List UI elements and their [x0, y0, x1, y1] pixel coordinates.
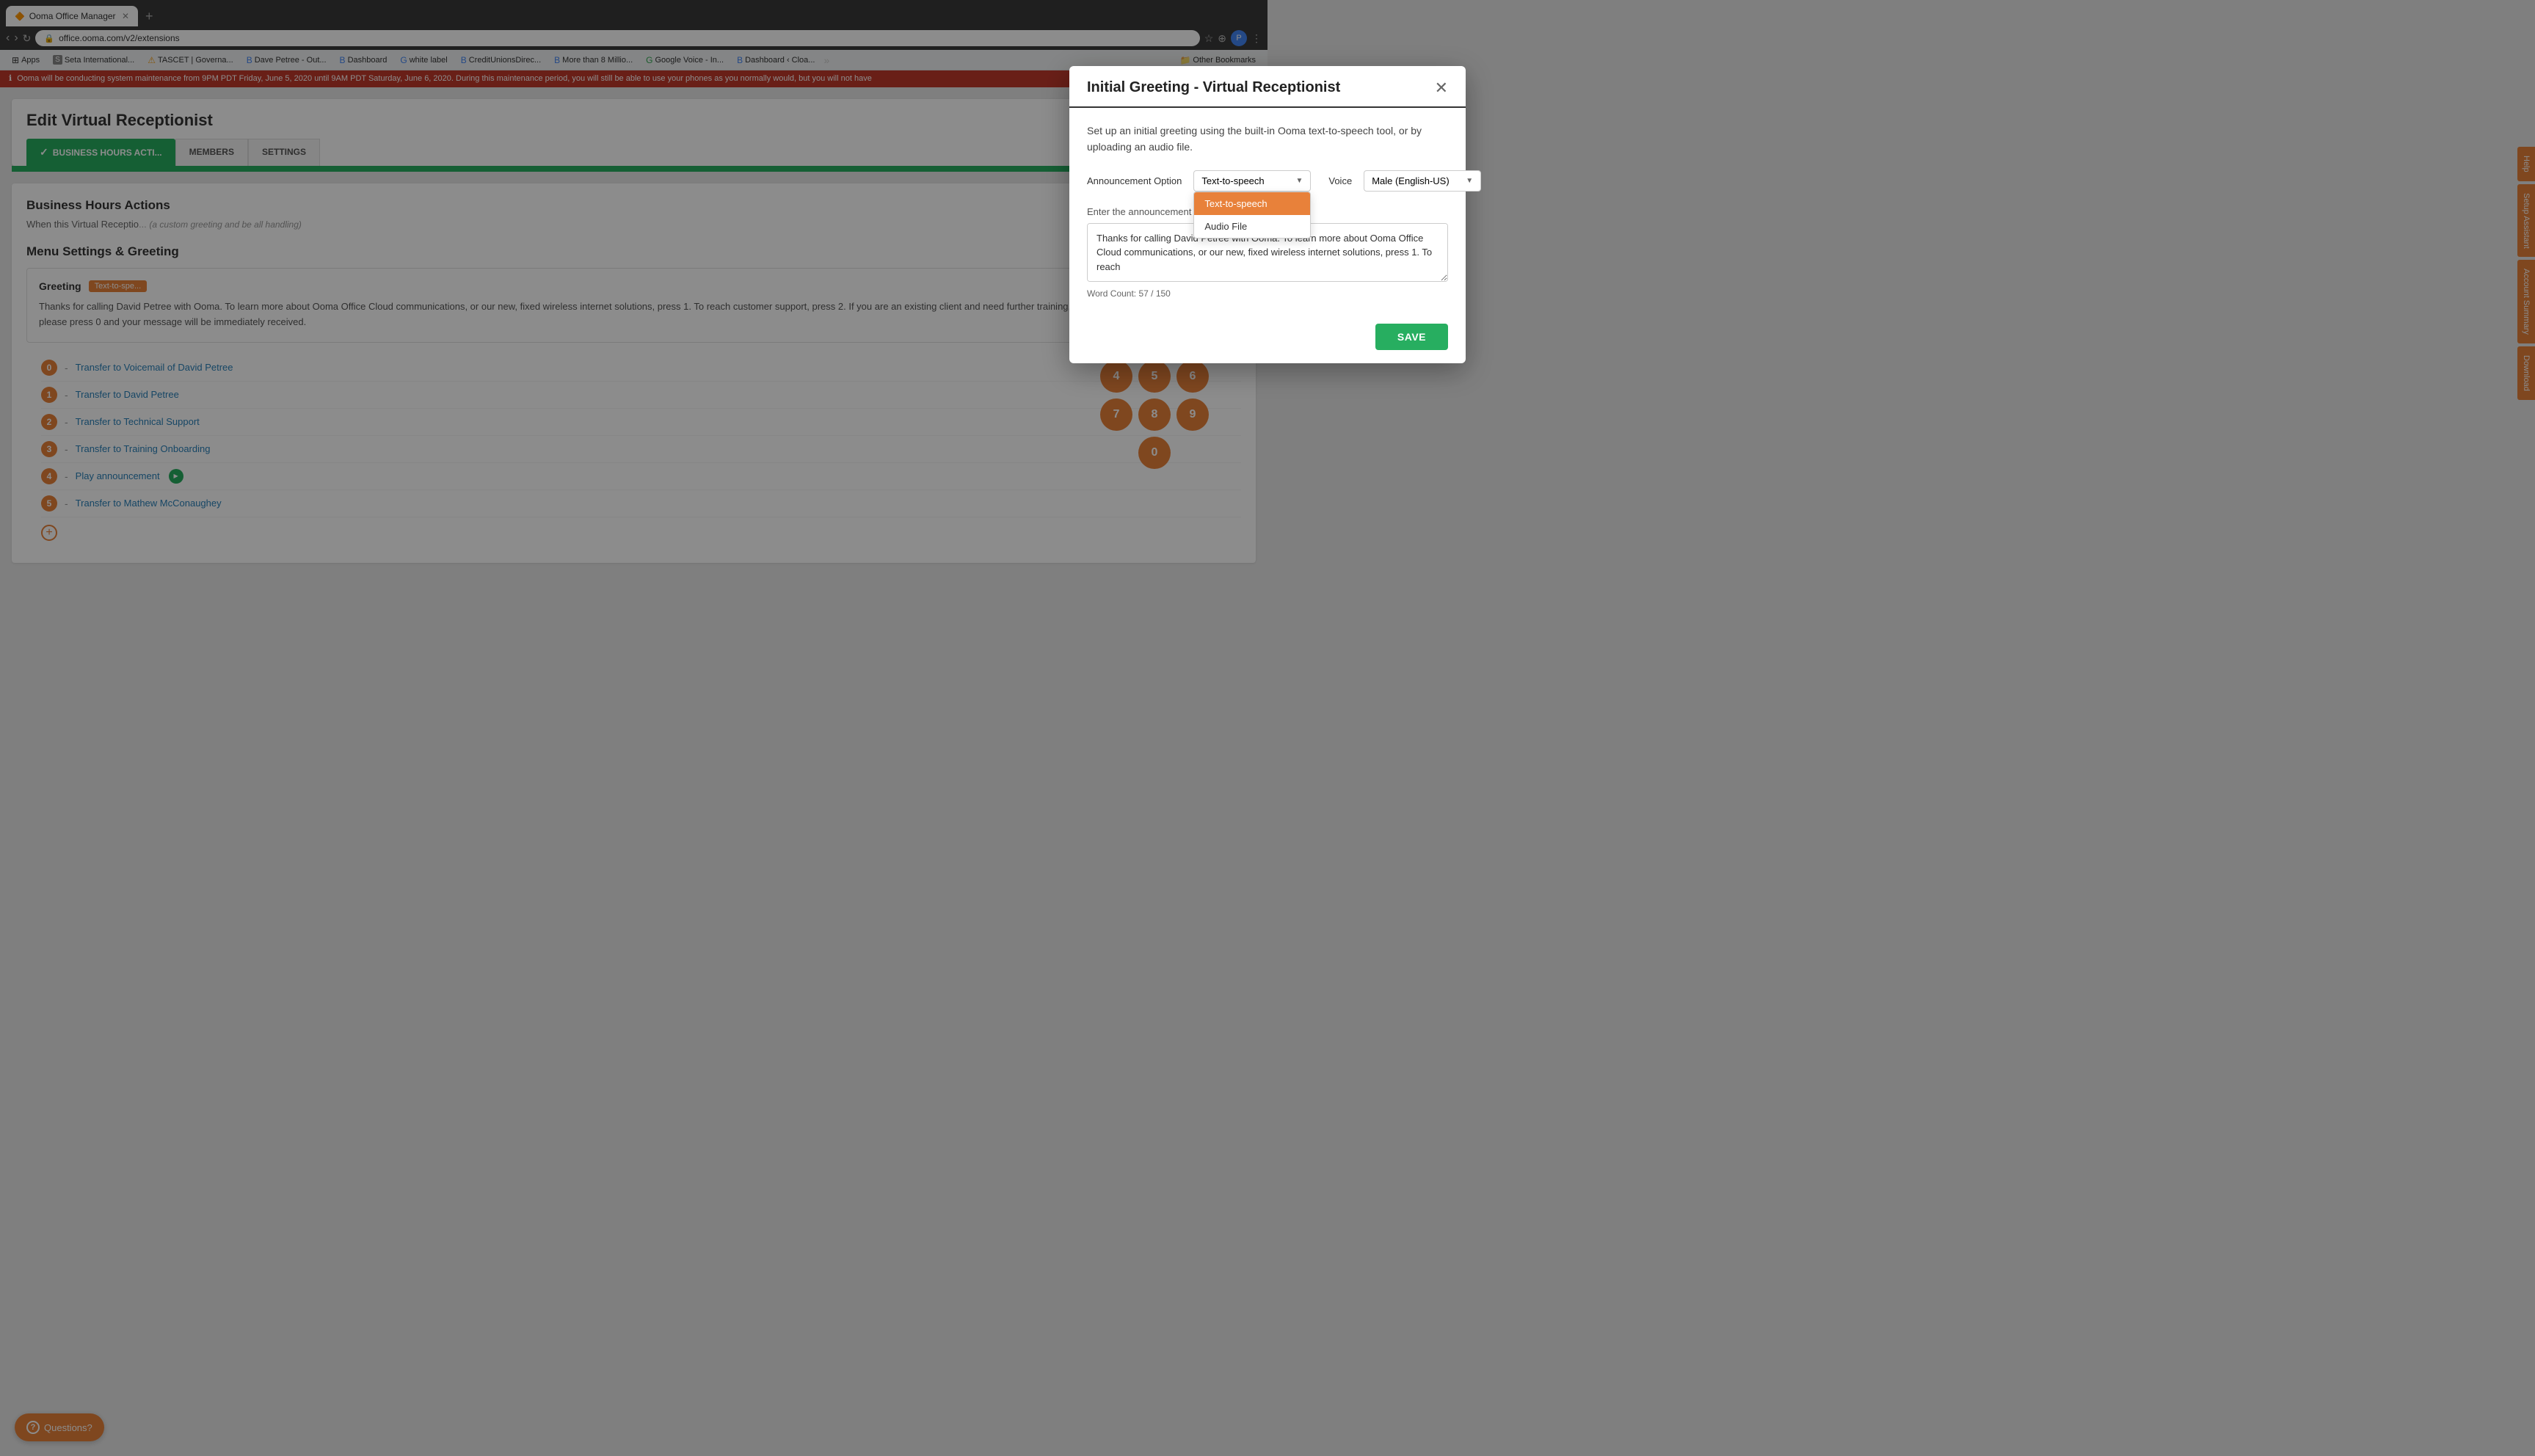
word-count: Word Count: 57 / 150: [1087, 288, 1448, 299]
modal: Initial Greeting - Virtual Receptionist …: [1069, 66, 1466, 363]
announcement-option-select[interactable]: Text-to-speech ▼: [1193, 170, 1311, 192]
modal-title: Initial Greeting - Virtual Receptionist: [1087, 79, 1340, 96]
chevron-down-icon: ▼: [1295, 177, 1303, 185]
voice-chevron-icon: ▼: [1466, 177, 1473, 185]
modal-header: Initial Greeting - Virtual Receptionist …: [1069, 66, 1466, 108]
modal-description: Set up an initial greeting using the bui…: [1087, 123, 1448, 156]
announcement-option-row: Announcement Option Text-to-speech ▼ Tex…: [1087, 170, 1448, 192]
dropdown-option-tts[interactable]: Text-to-speech: [1194, 192, 1310, 215]
announcement-dropdown-menu: Text-to-speech Audio File: [1193, 192, 1311, 239]
modal-footer: SAVE: [1069, 313, 1466, 363]
announcement-option-select-wrapper: Text-to-speech ▼ Text-to-speech Audio Fi…: [1193, 170, 1311, 192]
modal-close-button[interactable]: ✕: [1435, 80, 1448, 96]
announcement-label: Announcement Option: [1087, 175, 1182, 186]
voice-select[interactable]: Male (English-US) ▼: [1364, 170, 1481, 192]
voice-label: Voice: [1328, 175, 1352, 186]
voice-value: Male (English-US): [1372, 175, 1449, 186]
modal-body: Set up an initial greeting using the bui…: [1069, 108, 1466, 313]
save-button[interactable]: SAVE: [1375, 324, 1448, 350]
announcement-option-value: Text-to-speech: [1201, 175, 1264, 186]
dropdown-option-audio[interactable]: Audio File: [1194, 215, 1310, 238]
